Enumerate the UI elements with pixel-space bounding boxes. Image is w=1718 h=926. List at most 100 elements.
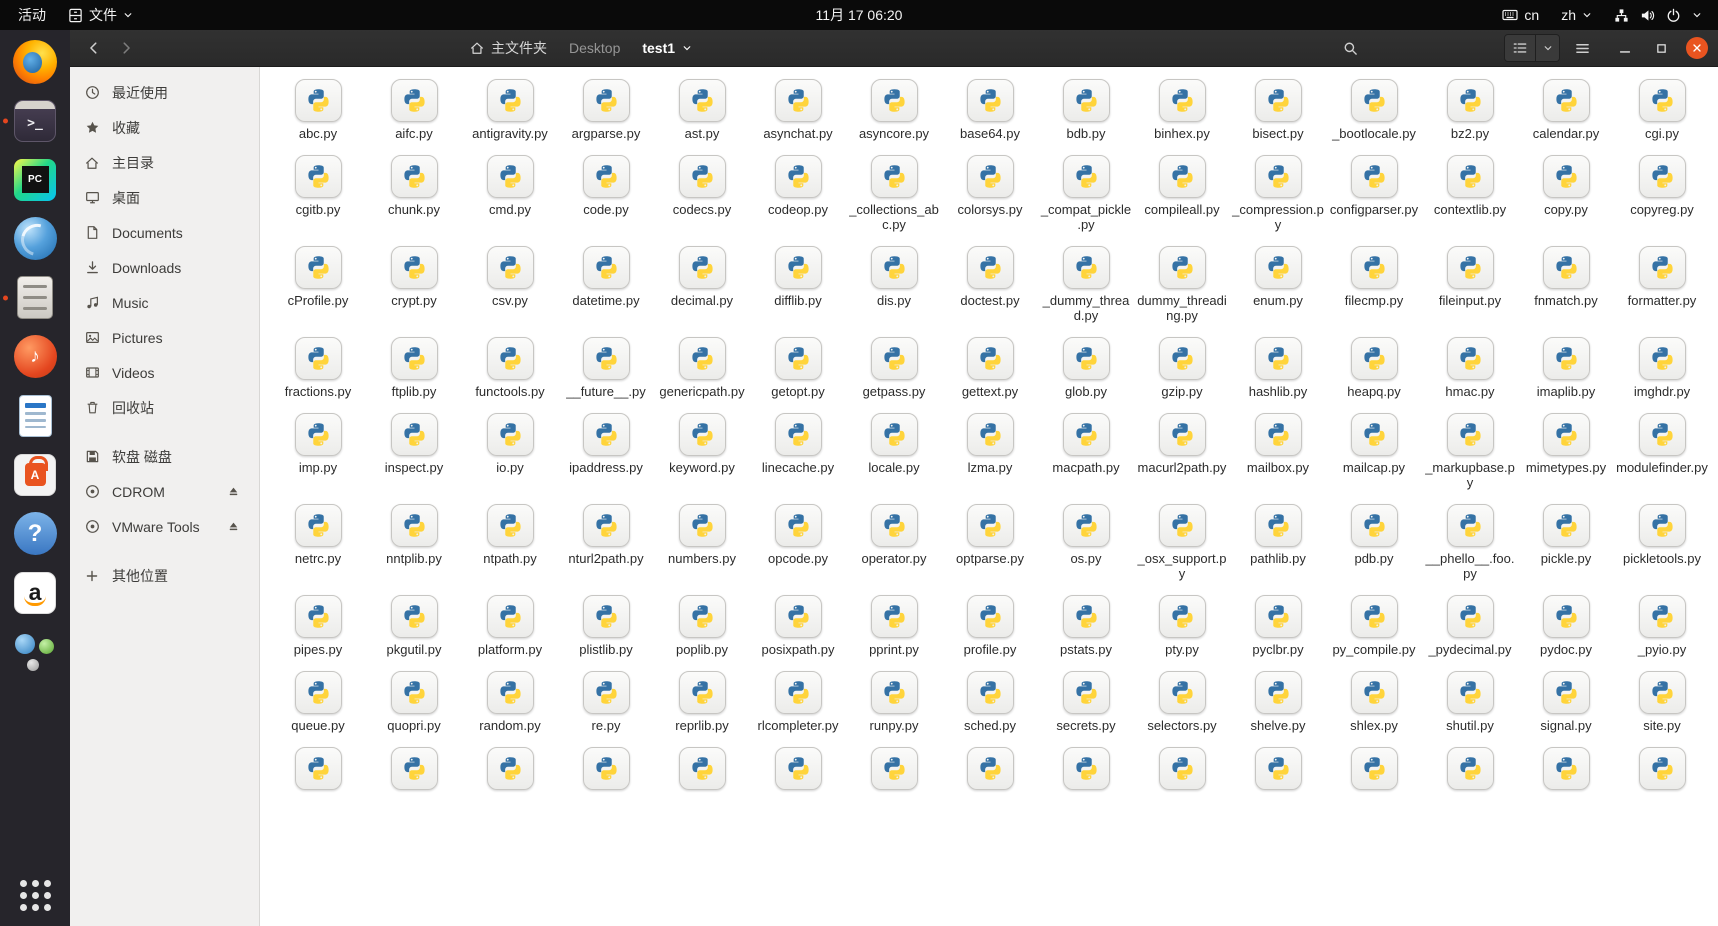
file-item[interactable]: codecs.py bbox=[654, 155, 750, 232]
file-item[interactable]: __phello__.foo.py bbox=[1422, 504, 1518, 581]
file-item[interactable]: pickletools.py bbox=[1614, 504, 1710, 581]
eject-button[interactable] bbox=[221, 515, 245, 539]
file-item[interactable]: imghdr.py bbox=[1614, 337, 1710, 399]
dock-item-rhythmbox[interactable]: ♪ bbox=[0, 327, 70, 386]
file-item[interactable]: ipaddress.py bbox=[558, 413, 654, 490]
sidebar-item-trash[interactable]: 回收站 bbox=[70, 390, 259, 425]
file-item[interactable]: _pyio.py bbox=[1614, 595, 1710, 657]
file-item[interactable]: dummy_threading.py bbox=[1134, 246, 1230, 323]
file-item[interactable] bbox=[558, 747, 654, 790]
file-item[interactable]: genericpath.py bbox=[654, 337, 750, 399]
file-item[interactable]: cgitb.py bbox=[270, 155, 366, 232]
file-item[interactable]: hashlib.py bbox=[1230, 337, 1326, 399]
file-item[interactable]: macpath.py bbox=[1038, 413, 1134, 490]
file-item[interactable]: _dummy_thread.py bbox=[1038, 246, 1134, 323]
file-item[interactable] bbox=[750, 747, 846, 790]
file-item[interactable] bbox=[1134, 747, 1230, 790]
file-item[interactable]: operator.py bbox=[846, 504, 942, 581]
file-item[interactable]: gettext.py bbox=[942, 337, 1038, 399]
sidebar-item-recent[interactable]: 最近使用 bbox=[70, 75, 259, 110]
view-options-dropdown[interactable] bbox=[1535, 35, 1559, 61]
file-item[interactable]: pdb.py bbox=[1326, 504, 1422, 581]
sidebar-item-desktop[interactable]: 桌面 bbox=[70, 180, 259, 215]
file-item[interactable] bbox=[366, 747, 462, 790]
file-item[interactable]: keyword.py bbox=[654, 413, 750, 490]
file-item[interactable]: pydoc.py bbox=[1518, 595, 1614, 657]
forward-button[interactable] bbox=[112, 34, 140, 62]
file-item[interactable]: chunk.py bbox=[366, 155, 462, 232]
file-item[interactable]: decimal.py bbox=[654, 246, 750, 323]
file-item[interactable]: io.py bbox=[462, 413, 558, 490]
file-item[interactable] bbox=[1614, 747, 1710, 790]
file-item[interactable]: _pydecimal.py bbox=[1422, 595, 1518, 657]
file-item[interactable]: linecache.py bbox=[750, 413, 846, 490]
activities-button[interactable]: 活动 bbox=[8, 2, 56, 28]
file-item[interactable]: reprlib.py bbox=[654, 671, 750, 733]
breadcrumb-desktop[interactable]: Desktop bbox=[559, 35, 630, 61]
file-item[interactable]: contextlib.py bbox=[1422, 155, 1518, 232]
file-item[interactable]: crypt.py bbox=[366, 246, 462, 323]
hamburger-menu-button[interactable] bbox=[1568, 34, 1596, 62]
file-item[interactable]: bdb.py bbox=[1038, 79, 1134, 141]
file-item[interactable]: getpass.py bbox=[846, 337, 942, 399]
file-item[interactable]: _compat_pickle.py bbox=[1038, 155, 1134, 232]
file-item[interactable]: pkgutil.py bbox=[366, 595, 462, 657]
file-item[interactable]: _collections_abc.py bbox=[846, 155, 942, 232]
file-item[interactable]: compileall.py bbox=[1134, 155, 1230, 232]
file-item[interactable]: antigravity.py bbox=[462, 79, 558, 141]
file-item[interactable]: profile.py bbox=[942, 595, 1038, 657]
sidebar-item-vmware-tools[interactable]: VMware Tools bbox=[70, 509, 259, 544]
file-item[interactable]: configparser.py bbox=[1326, 155, 1422, 232]
file-item[interactable]: poplib.py bbox=[654, 595, 750, 657]
file-item[interactable]: py_compile.py bbox=[1326, 595, 1422, 657]
breadcrumb-home[interactable]: 主文件夹 bbox=[460, 33, 557, 63]
dock-item-spheres[interactable] bbox=[0, 622, 70, 681]
file-item[interactable]: gzip.py bbox=[1134, 337, 1230, 399]
file-item[interactable]: ntpath.py bbox=[462, 504, 558, 581]
file-item[interactable]: shlex.py bbox=[1326, 671, 1422, 733]
dock-item-firefox[interactable] bbox=[0, 32, 70, 91]
file-item[interactable]: pty.py bbox=[1134, 595, 1230, 657]
file-item[interactable]: asynchat.py bbox=[750, 79, 846, 141]
minimize-button[interactable] bbox=[1614, 37, 1636, 59]
file-item[interactable]: re.py bbox=[558, 671, 654, 733]
input-source-menu[interactable]: zh bbox=[1551, 4, 1602, 26]
file-item[interactable]: functools.py bbox=[462, 337, 558, 399]
file-item[interactable]: runpy.py bbox=[846, 671, 942, 733]
sidebar-item-floppy[interactable]: 软盘 磁盘 bbox=[70, 439, 259, 474]
file-item[interactable]: plistlib.py bbox=[558, 595, 654, 657]
file-item[interactable]: doctest.py bbox=[942, 246, 1038, 323]
keyboard-indicator[interactable]: cn bbox=[1492, 4, 1549, 26]
file-item[interactable]: macurl2path.py bbox=[1134, 413, 1230, 490]
file-item[interactable]: formatter.py bbox=[1614, 246, 1710, 323]
file-item[interactable] bbox=[1518, 747, 1614, 790]
file-item[interactable]: ast.py bbox=[654, 79, 750, 141]
sidebar-item-videos[interactable]: Videos bbox=[70, 355, 259, 390]
file-item[interactable]: copyreg.py bbox=[1614, 155, 1710, 232]
sidebar-item-pictures[interactable]: Pictures bbox=[70, 320, 259, 355]
file-item[interactable]: imaplib.py bbox=[1518, 337, 1614, 399]
file-item[interactable]: selectors.py bbox=[1134, 671, 1230, 733]
sidebar-item-downloads[interactable]: Downloads bbox=[70, 250, 259, 285]
file-item[interactable]: pathlib.py bbox=[1230, 504, 1326, 581]
file-item[interactable]: bisect.py bbox=[1230, 79, 1326, 141]
file-item[interactable]: quopri.py bbox=[366, 671, 462, 733]
file-item[interactable]: pipes.py bbox=[270, 595, 366, 657]
maximize-button[interactable] bbox=[1650, 37, 1672, 59]
file-item[interactable]: calendar.py bbox=[1518, 79, 1614, 141]
file-item[interactable]: site.py bbox=[1614, 671, 1710, 733]
file-item[interactable]: random.py bbox=[462, 671, 558, 733]
sidebar-item-cdrom[interactable]: CDROM bbox=[70, 474, 259, 509]
file-item[interactable]: hmac.py bbox=[1422, 337, 1518, 399]
file-item[interactable]: shelve.py bbox=[1230, 671, 1326, 733]
file-item[interactable]: rlcompleter.py bbox=[750, 671, 846, 733]
file-item[interactable] bbox=[1326, 747, 1422, 790]
file-item[interactable]: _compression.py bbox=[1230, 155, 1326, 232]
file-item[interactable]: cProfile.py bbox=[270, 246, 366, 323]
file-item[interactable]: nturl2path.py bbox=[558, 504, 654, 581]
file-item[interactable]: netrc.py bbox=[270, 504, 366, 581]
file-item[interactable]: os.py bbox=[1038, 504, 1134, 581]
file-item[interactable] bbox=[1422, 747, 1518, 790]
file-item[interactable]: filecmp.py bbox=[1326, 246, 1422, 323]
file-item[interactable]: cmd.py bbox=[462, 155, 558, 232]
